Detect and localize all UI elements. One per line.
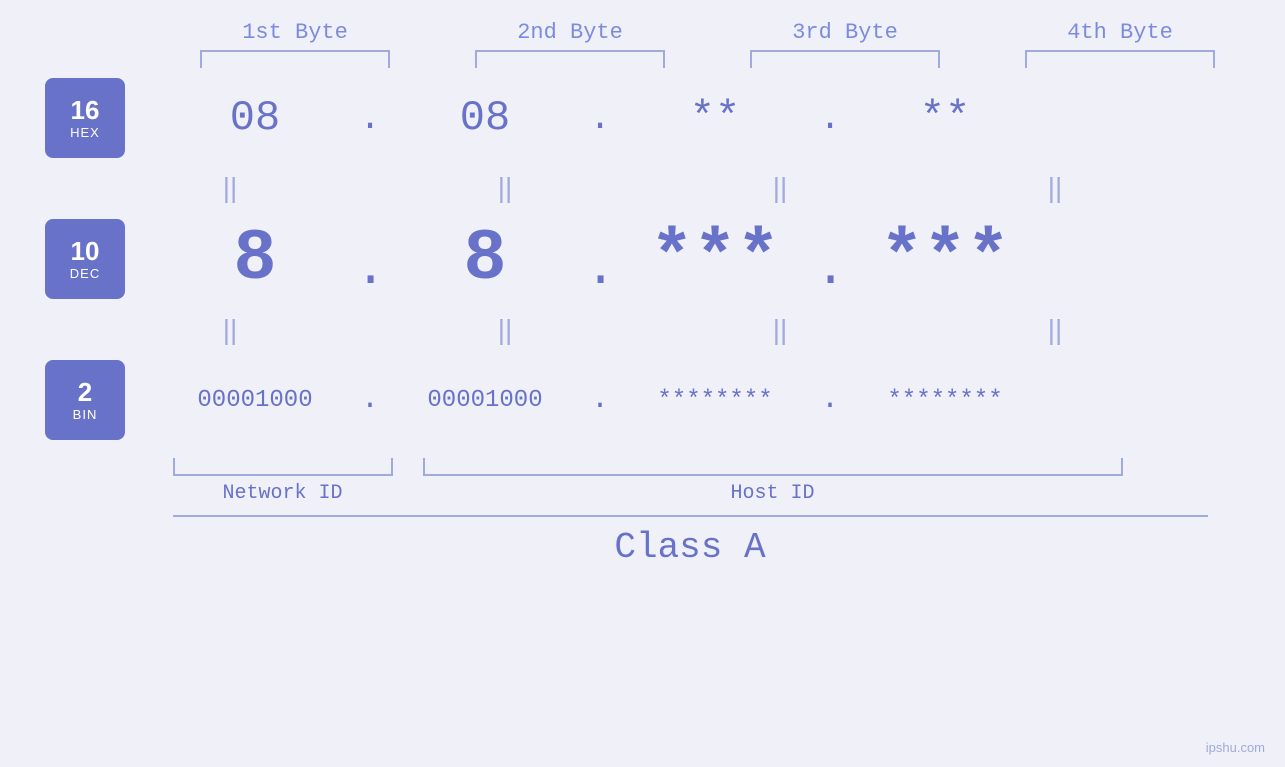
byte-label-1: 1st Byte [185, 20, 405, 45]
bin-values: 00001000 . 00001000 . ******** . *******… [155, 383, 1285, 417]
dec-values: 8 . 8 . *** . *** [155, 218, 1285, 300]
dec-row: 10 DEC 8 . 8 . *** . *** [0, 218, 1285, 300]
byte-label-3: 3rd Byte [735, 20, 955, 45]
eq1-3: || [680, 172, 880, 204]
bin-badge-number: 2 [78, 378, 92, 407]
class-bracket-line [173, 515, 1208, 517]
eq1-1: || [130, 172, 330, 204]
byte-label-2: 2nd Byte [460, 20, 680, 45]
bin-val-1: 00001000 [155, 387, 355, 414]
top-brackets [158, 50, 1258, 68]
dot-hex-2: . [585, 98, 615, 139]
hex-val-1: 08 [155, 94, 355, 142]
bracket-1 [200, 50, 390, 68]
bin-badge: 2 BIN [45, 360, 125, 440]
dot-hex-1: . [355, 98, 385, 139]
eq2-1: || [130, 314, 330, 346]
hex-val-2: 08 [385, 94, 585, 142]
dot-hex-3: . [815, 98, 845, 139]
hex-badge-number: 16 [71, 96, 100, 125]
eq1-2: || [405, 172, 605, 204]
dot-bin-3: . [815, 383, 845, 417]
hex-badge-label: HEX [70, 125, 100, 140]
hex-badge: 16 HEX [45, 78, 125, 158]
main-container: 1st Byte 2nd Byte 3rd Byte 4th Byte 16 H… [0, 0, 1285, 767]
host-bracket [423, 458, 1123, 476]
eq2-2: || [405, 314, 605, 346]
bin-val-3: ******** [615, 387, 815, 414]
bin-row: 2 BIN 00001000 . 00001000 . ******** . *… [0, 360, 1285, 440]
bracket-3 [750, 50, 940, 68]
network-bracket [173, 458, 393, 476]
bin-val-2: 00001000 [385, 387, 585, 414]
dot-bin-1: . [355, 383, 385, 417]
network-id-label: Network ID [173, 482, 393, 505]
hex-values: 08 . 08 . ** . ** [155, 94, 1285, 142]
bracket-2 [475, 50, 665, 68]
eq1-4: || [955, 172, 1155, 204]
bin-val-4: ******** [845, 387, 1045, 414]
host-id-label: Host ID [423, 482, 1123, 505]
bin-badge-label: BIN [73, 407, 98, 422]
eq2-4: || [955, 314, 1155, 346]
dec-badge-label: DEC [70, 266, 100, 281]
dot-bin-2: . [585, 383, 615, 417]
dec-val-3: *** [615, 218, 815, 300]
eq2-3: || [680, 314, 880, 346]
dot-dec-2: . [585, 240, 615, 299]
dec-val-2: 8 [385, 218, 585, 300]
class-section: Class A [173, 515, 1273, 568]
equals-row-2: || || || || [93, 314, 1193, 346]
dec-val-4: *** [845, 218, 1045, 300]
bracket-4 [1025, 50, 1215, 68]
byte-label-4: 4th Byte [1010, 20, 1230, 45]
hex-val-4: ** [845, 94, 1045, 142]
dot-dec-1: . [355, 240, 385, 299]
id-labels: Network ID Host ID [173, 482, 1273, 505]
dec-badge: 10 DEC [45, 219, 125, 299]
watermark: ipshu.com [1206, 740, 1265, 755]
bottom-brackets [173, 458, 1273, 476]
dec-badge-number: 10 [71, 237, 100, 266]
byte-labels-row: 1st Byte 2nd Byte 3rd Byte 4th Byte [158, 20, 1258, 45]
hex-row: 16 HEX 08 . 08 . ** . ** [0, 78, 1285, 158]
dec-val-1: 8 [155, 218, 355, 300]
equals-row-1: || || || || [93, 172, 1193, 204]
class-label: Class A [173, 527, 1208, 568]
hex-val-3: ** [615, 94, 815, 142]
dot-dec-3: . [815, 240, 845, 299]
